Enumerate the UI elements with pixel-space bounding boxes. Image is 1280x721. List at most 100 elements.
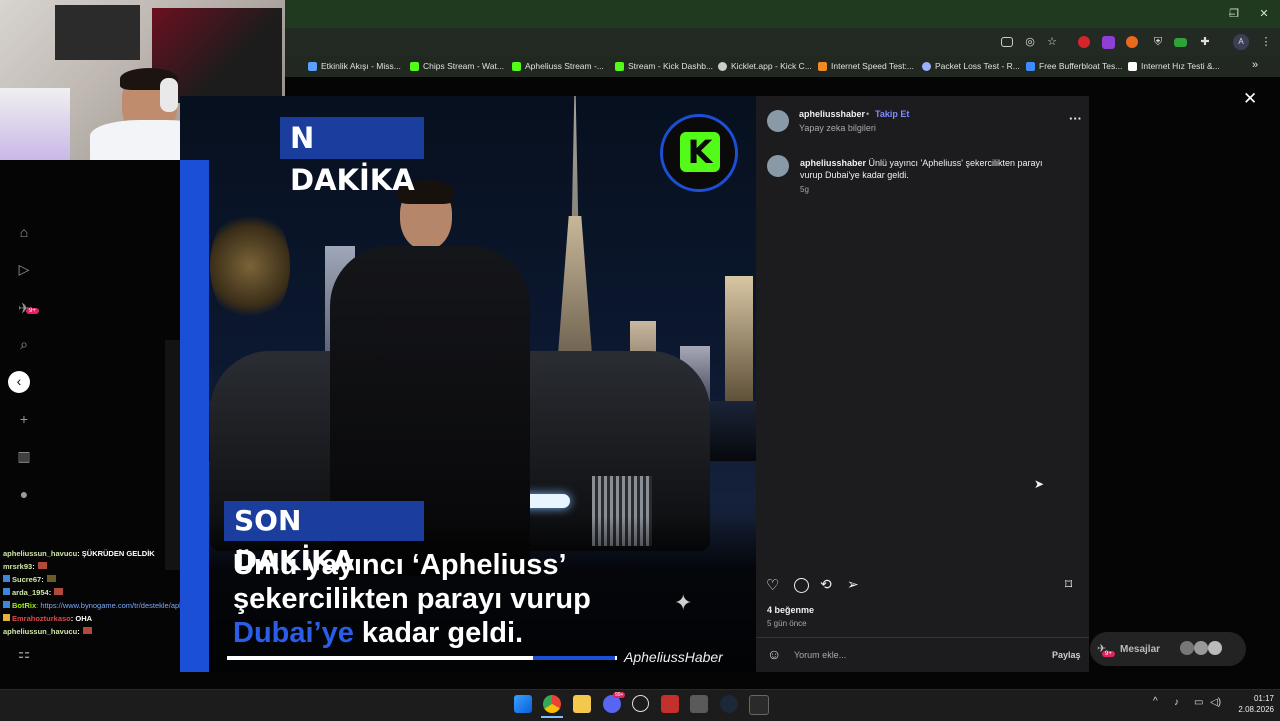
discord-badge: 99+ [613, 692, 626, 698]
profile-avatar[interactable]: A [1233, 34, 1249, 50]
author-avatar[interactable] [767, 110, 789, 132]
bookmark-label: Apheliuss Stream -... [525, 61, 604, 71]
chat-username: apheliussun_havucu [3, 549, 78, 558]
bookmark-item[interactable]: Stream - Kick Dashb... [615, 61, 713, 71]
dashboard-icon[interactable]: ▥ [14, 446, 34, 466]
bookmarks-overflow-button[interactable]: » [1252, 59, 1258, 71]
caption-avatar[interactable] [767, 155, 789, 177]
palm-tree [210, 206, 290, 326]
more-options-button[interactable]: ··· [1069, 111, 1082, 126]
messages-label: Mesajlar [1120, 644, 1161, 655]
messages-pill[interactable] [1090, 632, 1246, 666]
chat-text: : [48, 588, 52, 597]
emote-icon [82, 627, 92, 634]
extension-green-icon[interactable] [1174, 38, 1187, 47]
extension-orange-icon[interactable] [1126, 36, 1138, 48]
bookmark-item[interactable]: Chips Stream - Wat... [410, 61, 504, 71]
separator-dot: • [866, 109, 870, 119]
network-icon[interactable]: ▭ [1194, 697, 1203, 708]
caption-time: 5g [800, 185, 809, 194]
close-window-button[interactable]: ✕ [1254, 6, 1274, 22]
steam-icon[interactable] [720, 695, 738, 713]
comment-icon[interactable] [794, 578, 809, 593]
bookmark-label: Packet Loss Test - R... [935, 61, 1020, 71]
like-icon[interactable]: ♡ [766, 576, 779, 594]
recording-app-icon[interactable] [661, 695, 679, 713]
obs-icon[interactable] [632, 695, 649, 712]
create-icon[interactable]: + [14, 409, 34, 429]
maximize-button[interactable]: ❐ [1224, 6, 1244, 22]
bookmark-label: Kicklet.app - Kick C... [731, 61, 812, 71]
bookmark-item[interactable]: Packet Loss Test - R... [922, 61, 1020, 71]
chat-message: arda_1954: [3, 588, 64, 597]
kick-favicon-icon [512, 61, 521, 71]
clock-time[interactable]: 01:17 [1238, 694, 1274, 703]
bookmark-label: Internet Hız Testi &... [1141, 61, 1220, 71]
start-icon[interactable] [514, 695, 532, 713]
home-icon[interactable]: ⌂ [14, 222, 34, 242]
close-modal-button[interactable]: ✕ [1243, 89, 1257, 109]
tray-overflow-button[interactable]: ^ [1153, 696, 1158, 707]
microphone-icon[interactable]: ♪ [1174, 697, 1179, 708]
headline-banner: N DAKİKA [280, 117, 424, 197]
previous-post-button[interactable]: ‹ [8, 371, 30, 393]
bookmark-label: Internet Speed Test:... [831, 61, 915, 71]
star-icon[interactable]: ☆ [1044, 34, 1060, 50]
volume-icon[interactable]: ◁) [1210, 697, 1221, 708]
profile-icon[interactable]: ● [14, 484, 34, 504]
emoji-icon[interactable]: ☺ [767, 646, 781, 662]
emote-icon [54, 588, 64, 595]
follow-button[interactable]: Takip Et [875, 109, 909, 119]
eye-off-icon[interactable]: ◎ [1022, 34, 1038, 50]
caption: apheliusshaber Ünlü yayıncı 'Apheliuss' … [800, 157, 1060, 181]
chat-username: Sucre67 [12, 575, 42, 584]
bookmark-favicon-icon [922, 61, 931, 71]
bookmark-favicon-icon [308, 61, 317, 71]
shield-icon[interactable]: ⛨ [1150, 34, 1166, 50]
bookmark-item[interactable]: Apheliuss Stream -... [512, 61, 604, 71]
epic-games-icon[interactable] [749, 695, 769, 715]
bookmark-item[interactable]: Free Bufferbloat Tes... [1026, 61, 1122, 71]
chat-message: BotRix: https://www.bynogame.com/tr/dest… [3, 601, 207, 610]
caption-username[interactable]: apheliusshaber [800, 158, 866, 168]
bolt-favicon-icon [1026, 61, 1035, 71]
underline-blue [533, 656, 615, 660]
like-count[interactable]: 4 beğenme [767, 605, 814, 615]
extension-red-icon[interactable] [1078, 36, 1090, 48]
bookmark-item[interactable]: Internet Hız Testi &... [1128, 61, 1220, 71]
search-icon[interactable]: ⌕ [14, 334, 34, 354]
chrome-icon[interactable] [543, 695, 561, 713]
bookmark-icon[interactable]: ⌑ [1065, 576, 1072, 593]
share-icon[interactable]: ➢ [847, 576, 859, 593]
emote-icon [46, 575, 56, 582]
chat-username: arda_1954 [12, 588, 49, 597]
menu-icon[interactable]: ⋮ [1258, 34, 1274, 50]
messages-badge: 9+ [1102, 651, 1115, 657]
divider [756, 637, 1089, 638]
kick-favicon-icon [410, 61, 419, 71]
chat-message: Emrahozturkaso: OHA [3, 614, 92, 623]
author-username[interactable]: apheliusshaber [799, 109, 865, 119]
share-button[interactable]: Paylaş [1052, 650, 1081, 660]
bookmark-item[interactable]: Internet Speed Test:... [818, 61, 914, 71]
message-avatar [1208, 641, 1222, 655]
bookmark-label: Free Bufferbloat Tes... [1039, 61, 1123, 71]
chat-message: apheliussun_havucu: [3, 627, 92, 636]
reels-icon[interactable]: ▷ [14, 259, 34, 279]
headset [160, 78, 178, 112]
comment-input[interactable]: Yorum ekle... [794, 650, 846, 660]
bookmark-item[interactable]: Etkinlik Akışı - Miss... [308, 61, 401, 71]
app-icon[interactable] [690, 695, 708, 713]
file-explorer-icon[interactable] [573, 695, 591, 713]
active-indicator [541, 716, 563, 718]
puzzle-icon[interactable]: ✚ [1197, 34, 1213, 50]
ai-info-link[interactable]: Yapay zeka bilgileri [799, 123, 876, 133]
bookmark-item[interactable]: Kicklet.app - Kick C... [718, 61, 812, 71]
cast-icon[interactable] [1001, 37, 1013, 47]
page-favicon-icon [1128, 61, 1137, 71]
more-icon[interactable]: ⚏ [14, 643, 34, 663]
clock-date[interactable]: 2.08.2026 [1226, 705, 1274, 714]
extension-purple-icon[interactable] [1102, 36, 1115, 49]
repost-icon[interactable]: ⟲ [820, 576, 832, 593]
sparkle-icon: ✦ [674, 590, 693, 615]
